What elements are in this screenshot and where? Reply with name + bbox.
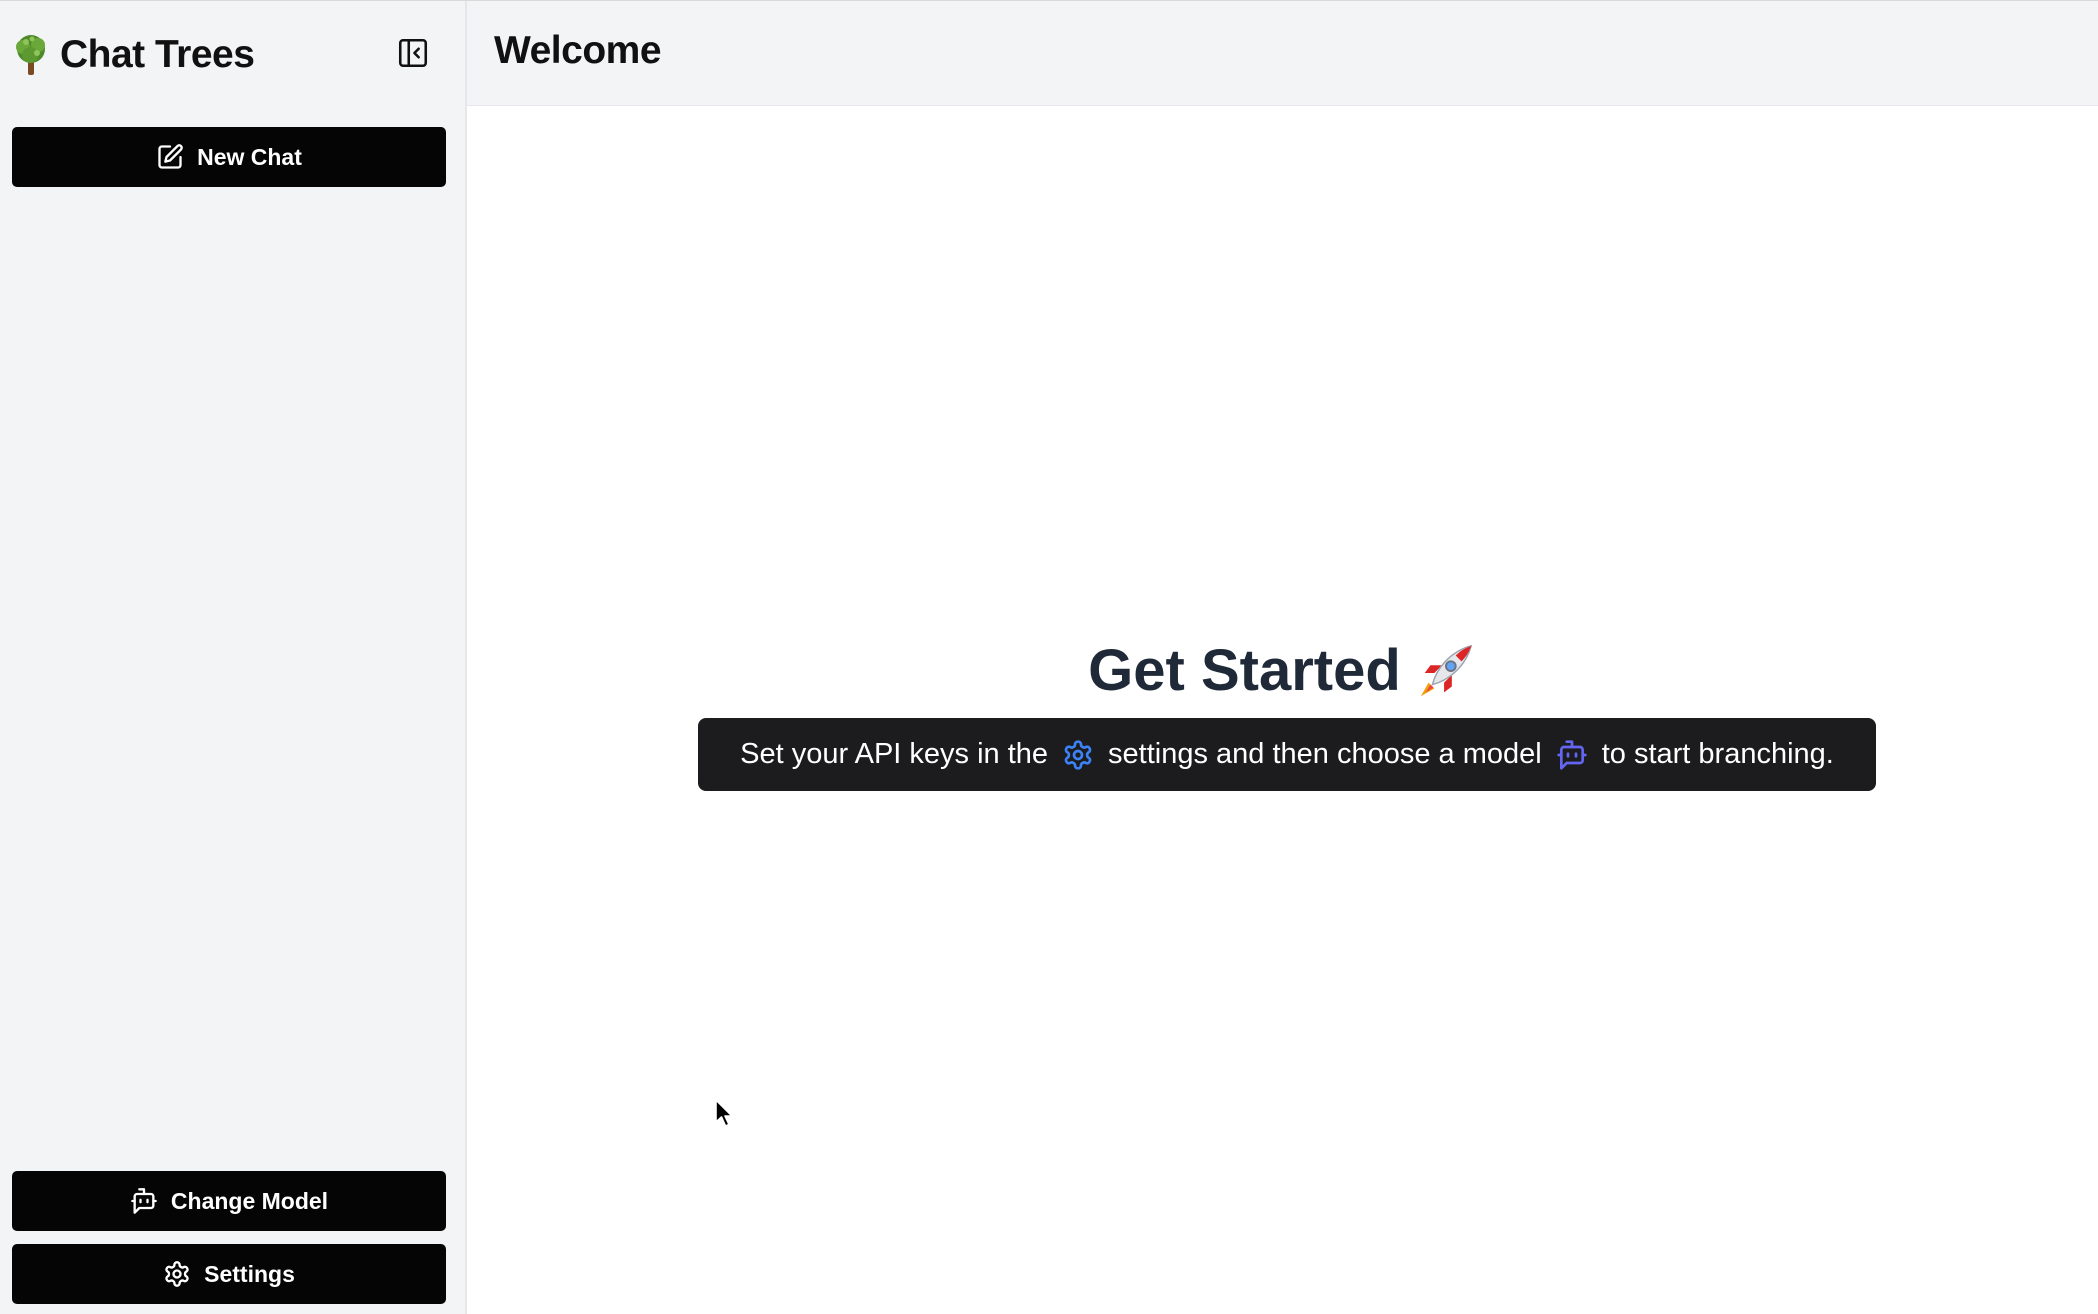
get-started-title: Get Started xyxy=(1088,638,1401,703)
bot-icon xyxy=(1557,739,1587,770)
page-title: Welcome xyxy=(494,29,662,72)
settings-button[interactable]: Settings xyxy=(12,1244,446,1304)
new-chat-button[interactable]: New Chat xyxy=(12,127,446,187)
gear-icon xyxy=(1064,739,1092,770)
change-model-label: Change Model xyxy=(170,1187,329,1214)
gear-icon xyxy=(165,1261,189,1287)
sidebar: Chat Trees New Chat Change Model Setting… xyxy=(0,1,467,1314)
pencil-square-icon xyxy=(158,144,183,169)
sidebar-collapse-icon xyxy=(398,38,428,68)
main-header: Welcome xyxy=(467,1,2098,106)
rocket-icon xyxy=(1420,644,1473,696)
hint-text-part1: Set your API keys in the xyxy=(740,738,1049,770)
app-window: Chat Trees New Chat Change Model Setting… xyxy=(0,0,2098,1314)
change-model-button[interactable]: Change Model xyxy=(12,1171,446,1231)
new-chat-label: New Chat xyxy=(197,143,302,170)
bot-icon xyxy=(131,1188,157,1214)
brand: Chat Trees xyxy=(12,31,255,79)
sidebar-collapse-button[interactable] xyxy=(393,33,433,73)
app-title: Chat Trees xyxy=(60,33,255,76)
settings-label: Settings xyxy=(204,1260,295,1287)
tree-icon xyxy=(16,35,45,75)
hint-text-part3: to start branching. xyxy=(1601,738,1834,770)
hint-text-part2: settings and then choose a model xyxy=(1108,738,1542,770)
setup-hint: Set your API keys in the settings and th… xyxy=(698,718,1876,791)
get-started-heading: Get Started xyxy=(467,637,2098,704)
main-panel: Welcome Get Started Set your API keys in… xyxy=(467,1,2098,1314)
